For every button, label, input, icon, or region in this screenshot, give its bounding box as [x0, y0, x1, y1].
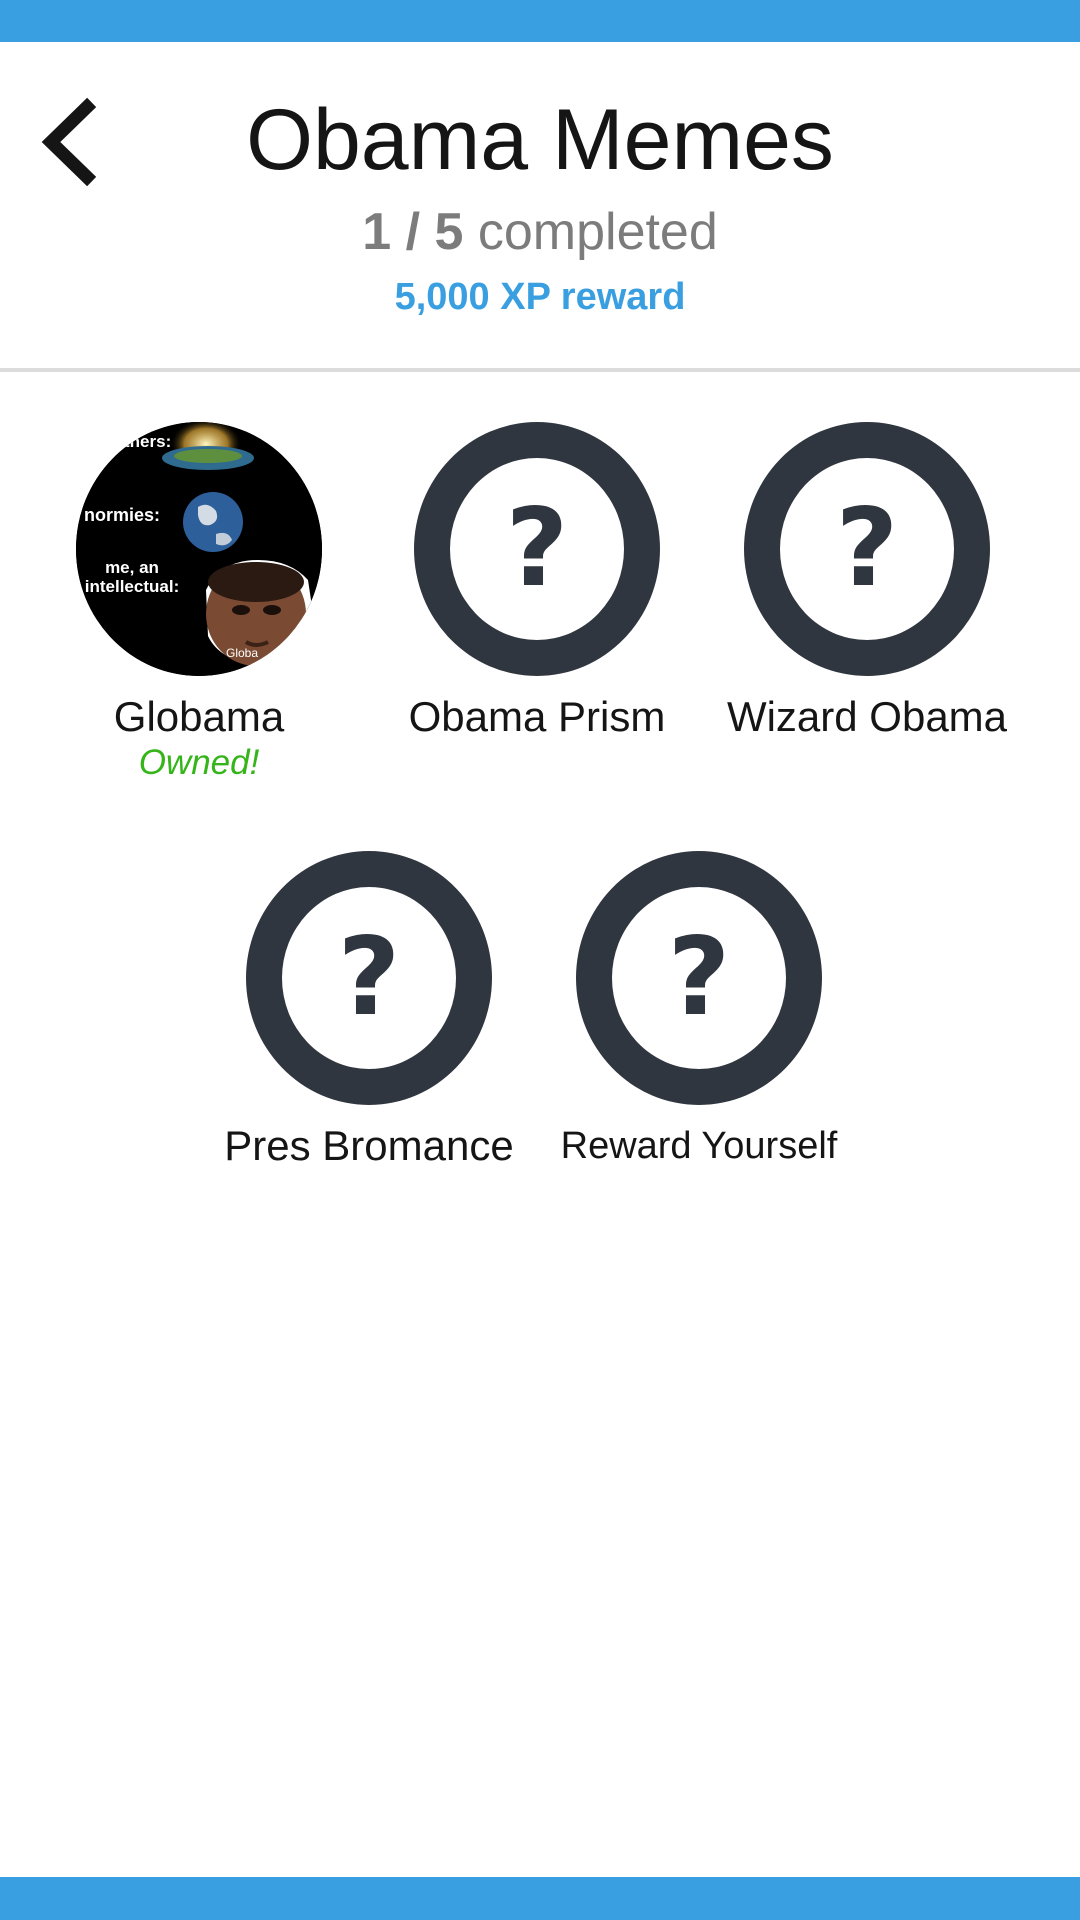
- page-title: Obama Memes: [246, 92, 834, 188]
- owned-status: Owned!: [138, 743, 260, 782]
- item-label: Globama: [113, 693, 285, 740]
- completed-label: completed: [477, 203, 718, 261]
- xp-reward: 5,000 XP reward: [394, 276, 686, 318]
- top-accent-bar: [0, 0, 1080, 42]
- question-mark-icon: ?: [337, 915, 401, 1040]
- meme-art-image: [76, 422, 322, 676]
- collection-item-reward-yourself[interactable]: ? Reward Yourself: [534, 851, 864, 1171]
- art-text-normies: normies:: [84, 505, 161, 525]
- question-mark-icon: ?: [505, 486, 569, 611]
- question-mark-icon: ?: [835, 486, 899, 611]
- bottom-accent-bar: [0, 1877, 1080, 1920]
- header-divider: [0, 368, 1080, 372]
- locked-item-circle[interactable]: ?: [414, 422, 660, 676]
- collection-item-obama-prism[interactable]: ? Obama Prism: [372, 422, 702, 742]
- art-text-globama: Globa: [226, 646, 259, 660]
- completion-progress: 1 / 5 completed: [0, 200, 1080, 264]
- collection-item-pres-bromance[interactable]: ? Pres Bromance: [204, 851, 534, 1171]
- item-label: Pres Bromance: [224, 1122, 514, 1169]
- total-count: 5: [434, 203, 464, 261]
- locked-item-circle[interactable]: ?: [246, 851, 492, 1105]
- item-label: Reward Yourself: [560, 1125, 838, 1167]
- collection-item-wizard-obama[interactable]: ? Wizard Obama: [702, 422, 1032, 742]
- completed-count: 1: [362, 203, 392, 261]
- globama-artwork[interactable]: thers: normies: me, an intellectual: Glo…: [76, 422, 322, 676]
- progress-separator: /: [405, 203, 421, 261]
- art-text-others: thers:: [124, 432, 172, 451]
- item-label: Obama Prism: [408, 693, 666, 740]
- question-mark-icon: ?: [667, 915, 731, 1040]
- locked-item-circle[interactable]: ?: [576, 851, 822, 1105]
- collection-screen: Obama Memes 1 / 5 completed 5,000 XP rew…: [0, 0, 1080, 1920]
- item-label: Wizard Obama: [726, 693, 1008, 740]
- collection-item-globama[interactable]: thers: normies: me, an intellectual: Glo…: [34, 422, 364, 784]
- art-text-intellectual: me, an intellectual:: [84, 558, 180, 596]
- locked-item-circle[interactable]: ?: [744, 422, 990, 676]
